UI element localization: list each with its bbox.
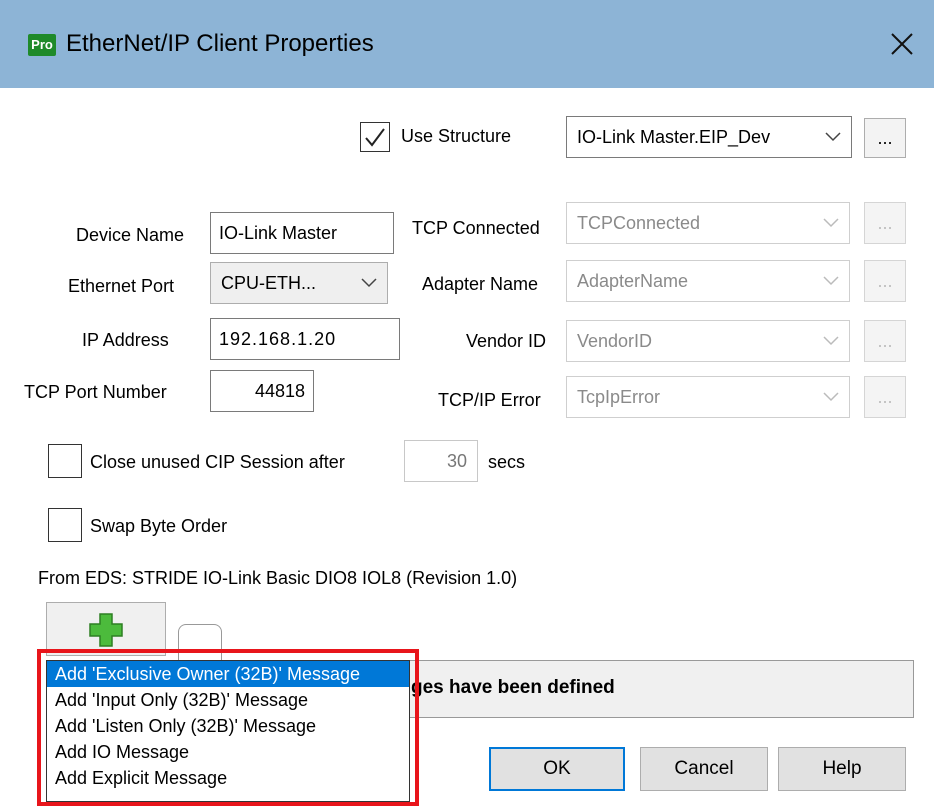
- plus-icon: [89, 613, 123, 647]
- swap-byte-order-checkbox[interactable]: [48, 508, 82, 542]
- tcp-connected-browse-button[interactable]: ...: [864, 202, 906, 244]
- highlight-frame: [37, 649, 419, 806]
- use-structure-label: Use Structure: [401, 126, 512, 146]
- tcpip-error-label: TCP/IP Error: [438, 390, 541, 410]
- swap-byte-order-label: Swap Byte Order: [90, 516, 228, 536]
- tcp-port-input[interactable]: 44818: [210, 370, 314, 412]
- ethernet-port-combo[interactable]: CPU-ETH...: [210, 262, 388, 304]
- close-session-label: Close unused CIP Session after: [90, 452, 345, 472]
- chevron-down-icon: [823, 377, 839, 417]
- tcpip-error-value: TcpIpError: [577, 387, 661, 407]
- close-session-seconds-input[interactable]: 30: [404, 440, 478, 482]
- use-structure-checkbox[interactable]: [360, 122, 390, 152]
- checkmark-icon: [365, 128, 385, 147]
- app-icon: Pro: [28, 34, 56, 56]
- device-name-label: Device Name: [76, 225, 185, 245]
- structure-combo-value: IO-Link Master.EIP_Dev: [577, 127, 771, 147]
- ethernet-port-label: Ethernet Port: [68, 276, 175, 296]
- chevron-down-icon: [361, 263, 377, 303]
- no-messages-text: ges have been defined: [411, 677, 615, 698]
- tcp-connected-label: TCP Connected: [412, 218, 540, 238]
- help-button[interactable]: Help: [778, 747, 906, 791]
- close-session-checkbox[interactable]: [48, 444, 82, 478]
- chevron-down-icon: [825, 117, 841, 157]
- device-name-input[interactable]: IO-Link Master: [210, 212, 394, 254]
- vendor-id-label: Vendor ID: [466, 331, 547, 351]
- vendor-id-value: VendorID: [577, 331, 653, 351]
- tcpip-error-combo[interactable]: TcpIpError: [566, 376, 850, 418]
- add-message-button[interactable]: [46, 602, 166, 656]
- tcp-connected-value: TCPConnected: [577, 213, 701, 233]
- tcp-connected-combo[interactable]: TCPConnected: [566, 202, 850, 244]
- adapter-name-browse-button[interactable]: ...: [864, 260, 906, 302]
- chevron-down-icon: [823, 321, 839, 361]
- adapter-name-combo[interactable]: AdapterName: [566, 260, 850, 302]
- chevron-down-icon: [823, 203, 839, 243]
- ip-address-input[interactable]: 192.168.1.20: [210, 318, 400, 360]
- chevron-down-icon: [823, 261, 839, 301]
- structure-browse-button[interactable]: ...: [864, 118, 906, 158]
- cancel-button[interactable]: Cancel: [640, 747, 768, 791]
- ethernet-port-value: CPU-ETH...: [221, 273, 317, 293]
- structure-combo[interactable]: IO-Link Master.EIP_Dev: [566, 116, 852, 158]
- ip-address-label: IP Address: [82, 330, 169, 350]
- close-icon[interactable]: [884, 26, 920, 62]
- adapter-name-label: Adapter Name: [422, 274, 539, 294]
- ok-button[interactable]: OK: [489, 747, 625, 791]
- tcp-port-label: TCP Port Number: [24, 382, 167, 402]
- secs-label: secs: [488, 452, 526, 472]
- window-title: EtherNet/IP Client Properties: [66, 30, 374, 57]
- vendor-id-combo[interactable]: VendorID: [566, 320, 850, 362]
- title-bar: Pro EtherNet/IP Client Properties: [0, 0, 934, 88]
- tcpip-error-browse-button[interactable]: ...: [864, 376, 906, 418]
- adapter-name-value: AdapterName: [577, 271, 689, 291]
- vendor-id-browse-button[interactable]: ...: [864, 320, 906, 362]
- eds-info-text: From EDS: STRIDE IO-Link Basic DIO8 IOL8…: [38, 568, 518, 588]
